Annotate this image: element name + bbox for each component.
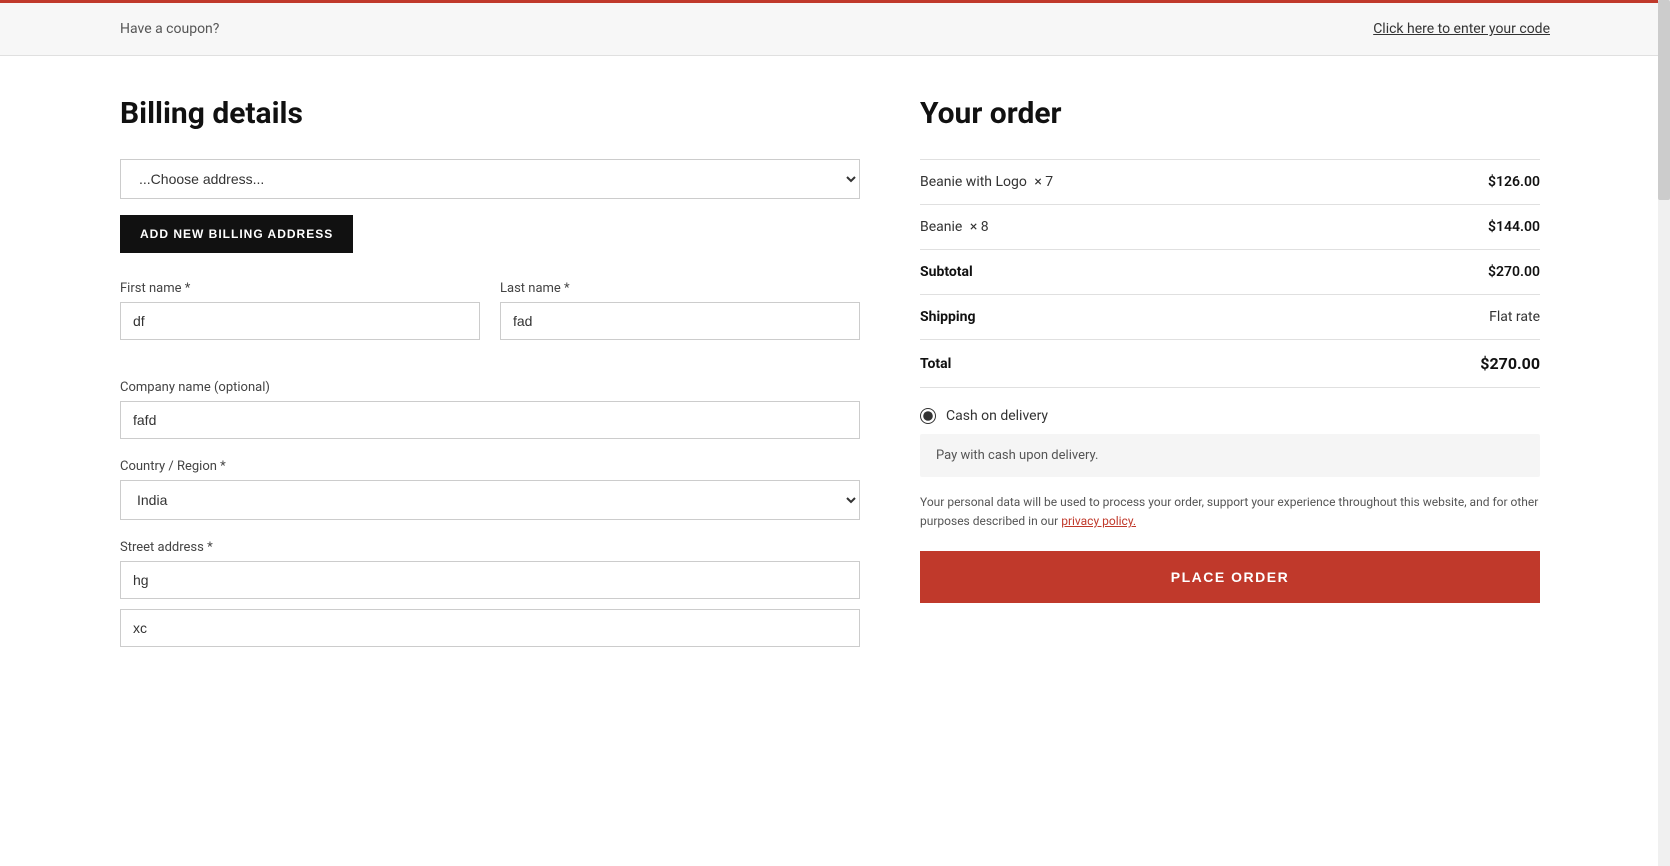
privacy-link[interactable]: privacy policy. <box>1061 514 1136 528</box>
item-2-price: $144.00 <box>1488 219 1540 235</box>
subtotal-row: Subtotal $270.00 <box>920 250 1540 295</box>
item-2-name: Beanie × 8 <box>920 219 989 235</box>
coupon-bar: Have a coupon? Click here to enter your … <box>0 0 1670 56</box>
add-address-button[interactable]: ADD NEW BILLING ADDRESS <box>120 215 353 253</box>
last-name-label: Last name * <box>500 281 860 296</box>
country-label: Country / Region * <box>120 459 860 474</box>
address-select[interactable]: ...Choose address... <box>120 159 860 199</box>
item-1-name: Beanie with Logo × 7 <box>920 174 1053 190</box>
last-name-input[interactable] <box>500 302 860 340</box>
scrollbar-track <box>1658 0 1670 866</box>
name-row: First name * Last name * <box>120 281 860 360</box>
shipping-label: Shipping <box>920 309 975 325</box>
item-1-price: $126.00 <box>1488 174 1540 190</box>
total-row: Total $270.00 <box>920 340 1540 388</box>
scrollbar-thumb[interactable] <box>1658 0 1670 200</box>
company-label: Company name (optional) <box>120 380 860 395</box>
cash-on-delivery-radio[interactable] <box>920 408 936 424</box>
country-select[interactable]: India United States United Kingdom Austr… <box>120 480 860 520</box>
company-group: Company name (optional) <box>120 380 860 439</box>
privacy-text: Your personal data will be used to proce… <box>920 493 1540 531</box>
street2-input[interactable] <box>120 609 860 647</box>
place-order-button[interactable]: PLACE ORDER <box>920 551 1540 603</box>
billing-section: Billing details ...Choose address... ADD… <box>120 96 860 667</box>
payment-option: Cash on delivery <box>920 408 1540 424</box>
order-title: Your order <box>920 96 1540 131</box>
order-table: Beanie with Logo × 7 $126.00 Beanie × 8 … <box>920 159 1540 388</box>
shipping-value: Flat rate <box>1489 309 1540 325</box>
order-item-1: Beanie with Logo × 7 $126.00 <box>920 159 1540 205</box>
coupon-text: Have a coupon? <box>120 21 219 37</box>
subtotal-value: $270.00 <box>1488 264 1540 280</box>
first-name-label: First name * <box>120 281 480 296</box>
first-name-group: First name * <box>120 281 480 340</box>
street-input[interactable] <box>120 561 860 599</box>
country-group: Country / Region * India United States U… <box>120 459 860 520</box>
main-container: Billing details ...Choose address... ADD… <box>0 56 1670 707</box>
order-item-2: Beanie × 8 $144.00 <box>920 205 1540 250</box>
shipping-row: Shipping Flat rate <box>920 295 1540 340</box>
payment-label: Cash on delivery <box>946 408 1048 424</box>
payment-description: Pay with cash upon delivery. <box>920 434 1540 477</box>
total-value: $270.00 <box>1480 354 1540 373</box>
company-input[interactable] <box>120 401 860 439</box>
street-label: Street address * <box>120 540 860 555</box>
subtotal-label: Subtotal <box>920 264 973 280</box>
first-name-input[interactable] <box>120 302 480 340</box>
billing-title: Billing details <box>120 96 860 131</box>
order-section: Your order Beanie with Logo × 7 $126.00 … <box>920 96 1540 667</box>
street-group: Street address * <box>120 540 860 647</box>
total-label: Total <box>920 356 951 372</box>
last-name-group: Last name * <box>500 281 860 340</box>
coupon-link[interactable]: Click here to enter your code <box>1373 21 1550 37</box>
